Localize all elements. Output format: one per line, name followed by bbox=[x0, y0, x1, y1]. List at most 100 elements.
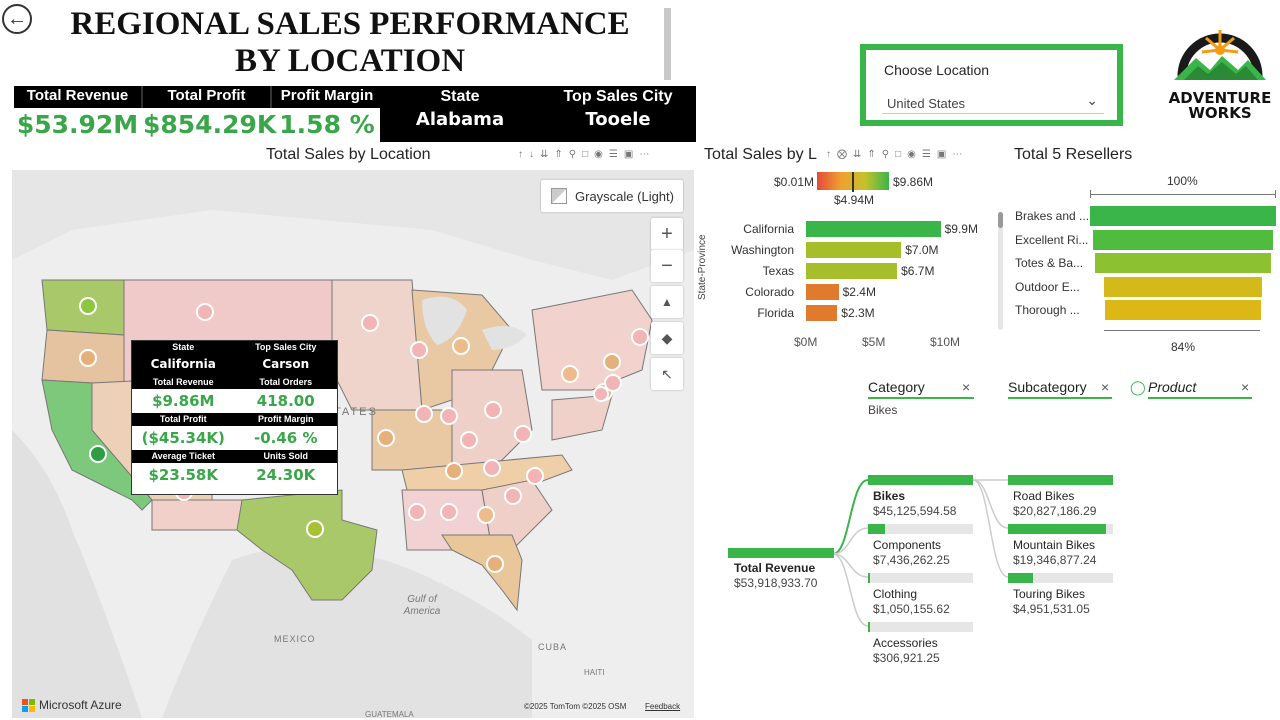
tooltip-value: -0.46 % bbox=[254, 429, 318, 447]
kpi-label: Profit Margin bbox=[272, 86, 382, 108]
location-dropdown[interactable]: United States ⌄ bbox=[882, 88, 1104, 114]
kpi-label: Top Sales City bbox=[563, 88, 673, 105]
decomp-node-name: Components bbox=[873, 538, 942, 552]
copy-icon[interactable]: □ bbox=[895, 149, 907, 160]
bell-icon[interactable]: ◉ bbox=[594, 149, 609, 160]
funnel-top-line bbox=[1090, 194, 1276, 195]
subcategory-slicer-title: Subcategory bbox=[1008, 379, 1087, 395]
decomp-node-name: Mountain Bikes bbox=[1013, 538, 1096, 552]
sort-up-icon[interactable]: ↑ bbox=[518, 149, 529, 160]
more-icon[interactable]: ⋯ bbox=[639, 149, 655, 160]
map-feedback-link[interactable]: Feedback bbox=[645, 702, 680, 711]
reseller-bar[interactable] bbox=[1090, 206, 1276, 226]
decomp-bar[interactable] bbox=[1008, 524, 1106, 534]
bar-category-label: Washington bbox=[731, 243, 794, 257]
tooltip-label: Top Sales City bbox=[234, 341, 337, 354]
back-arrow-icon[interactable]: ← bbox=[2, 4, 32, 34]
scrollbar-thumb[interactable] bbox=[998, 212, 1003, 228]
bar-colorado[interactable] bbox=[806, 284, 839, 300]
chart-scrollbar[interactable] bbox=[998, 212, 1003, 330]
decomp-bar[interactable] bbox=[1008, 475, 1113, 485]
tooltip-label: Units Sold bbox=[234, 450, 337, 463]
lightbulb-icon: ◯ bbox=[1130, 379, 1146, 395]
sort-up-icon[interactable]: ↑ bbox=[826, 149, 837, 160]
funnel-bottom-label: 84% bbox=[1171, 340, 1196, 354]
sort-down-icon[interactable]: ↓ bbox=[529, 149, 540, 160]
visual-toolbar: ↑⨂⇊⇑⚲□◉☰▣⋯ bbox=[826, 149, 968, 160]
bar-value-label: $2.3M bbox=[841, 306, 875, 320]
category-slicer-value[interactable]: Bikes bbox=[868, 403, 897, 417]
expand-icon[interactable]: ⇊ bbox=[853, 149, 867, 160]
map-label-haiti: HAITI bbox=[584, 668, 605, 677]
decomp-bar[interactable] bbox=[868, 573, 871, 583]
state-bar-chart: California $9.9M Washington $7.0M Texas $6.7M… bbox=[710, 215, 1000, 355]
bar-category-label: Colorado bbox=[745, 285, 794, 299]
product-clear-icon[interactable]: × bbox=[1241, 379, 1249, 395]
kpi-value: Tooele bbox=[585, 109, 651, 130]
decomp-node-name: Bikes bbox=[873, 489, 906, 503]
bar-washington[interactable] bbox=[806, 242, 902, 258]
map-attribution: ©2025 TomTom ©2025 OSM bbox=[524, 702, 627, 711]
resellers-funnel: Brakes and ... Excellent Ri... Totes & Ba.… bbox=[1010, 204, 1280, 328]
decomp-node-name: Accessories bbox=[873, 636, 938, 650]
more-icon[interactable]: ⋯ bbox=[952, 149, 968, 160]
close-circle-icon[interactable]: ⨂ bbox=[837, 149, 853, 160]
map-style-button[interactable]: Grayscale (Light) bbox=[541, 180, 683, 212]
kpi-label: Total Revenue bbox=[14, 86, 141, 108]
x-tick-label: $0M bbox=[794, 335, 818, 349]
map-visual[interactable]: TATES Gulf of America MEXICO CUBA HAITI … bbox=[12, 170, 694, 718]
tooltip-value: 418.00 bbox=[256, 392, 315, 410]
tooltip-value: 24.30K bbox=[256, 466, 316, 484]
reseller-bar[interactable] bbox=[1104, 300, 1262, 320]
drill-icon[interactable]: ⇑ bbox=[554, 149, 568, 160]
kpi-value: $854.29K bbox=[143, 110, 277, 139]
decomp-bar[interactable] bbox=[868, 622, 870, 632]
bar-texas[interactable] bbox=[806, 263, 898, 279]
reseller-bar[interactable] bbox=[1103, 276, 1263, 297]
bar-california[interactable] bbox=[806, 221, 941, 237]
expand-icon[interactable]: ⇊ bbox=[540, 149, 554, 160]
kpi-top-city: Top Sales City Tooele bbox=[540, 86, 696, 142]
map-style-icon bbox=[551, 188, 567, 204]
bell-icon[interactable]: ◉ bbox=[907, 149, 922, 160]
decomp-bar[interactable] bbox=[868, 524, 886, 534]
copy-icon[interactable]: □ bbox=[582, 149, 594, 160]
pin-icon[interactable]: ⚲ bbox=[569, 149, 582, 160]
select-cursor-icon[interactable]: ↖ bbox=[651, 358, 683, 390]
decomp-bar[interactable] bbox=[868, 475, 973, 485]
logo-text-2: WORKS bbox=[1188, 104, 1252, 122]
location-slicer-label: Choose Location bbox=[884, 62, 990, 78]
decomp-root-bar[interactable] bbox=[728, 548, 834, 558]
kpi-total-profit: Total Profit $854.29K bbox=[143, 86, 277, 142]
decomp-node-value: $7,436,262.25 bbox=[873, 553, 950, 567]
compass-icon[interactable]: ◆ bbox=[651, 322, 683, 354]
zoom-in-button[interactable]: + bbox=[651, 218, 683, 250]
funnel-top-label: 100% bbox=[1167, 174, 1198, 188]
title-line-1: REGIONAL SALES PERFORMANCE bbox=[70, 6, 630, 42]
map-title: Total Sales by Location bbox=[266, 146, 431, 163]
decomp-root-name: Total Revenue bbox=[734, 561, 816, 575]
pin-icon[interactable]: ⚲ bbox=[882, 149, 895, 160]
filter-icon[interactable]: ☰ bbox=[609, 149, 624, 160]
drill-icon[interactable]: ⇑ bbox=[867, 149, 881, 160]
zoom-out-button[interactable]: − bbox=[651, 250, 683, 282]
kpi-total-revenue: Total Revenue $53.92M bbox=[14, 86, 141, 142]
category-slicer-underline bbox=[868, 397, 974, 399]
bar-value-label: $9.9M bbox=[944, 222, 978, 236]
focus-icon[interactable]: ▣ bbox=[937, 149, 952, 160]
focus-icon[interactable]: ▣ bbox=[624, 149, 639, 160]
tooltip-value: ($45.34K) bbox=[141, 429, 225, 447]
reseller-bar[interactable] bbox=[1092, 229, 1274, 250]
tilt-icon[interactable]: ▲ bbox=[651, 286, 683, 318]
reseller-bar[interactable] bbox=[1094, 253, 1272, 273]
product-slicer-title: Product bbox=[1148, 379, 1197, 395]
decomp-bar-track bbox=[868, 573, 973, 583]
bar-florida[interactable] bbox=[806, 305, 838, 321]
decomp-bar[interactable] bbox=[1008, 573, 1034, 583]
location-slicer: Choose Location United States ⌄ bbox=[860, 44, 1123, 126]
category-clear-icon[interactable]: × bbox=[962, 379, 970, 395]
legend-mid-marker bbox=[852, 172, 854, 192]
subcategory-clear-icon[interactable]: × bbox=[1101, 379, 1109, 395]
tooltip-label: Total Revenue bbox=[132, 376, 235, 389]
filter-icon[interactable]: ☰ bbox=[922, 149, 937, 160]
